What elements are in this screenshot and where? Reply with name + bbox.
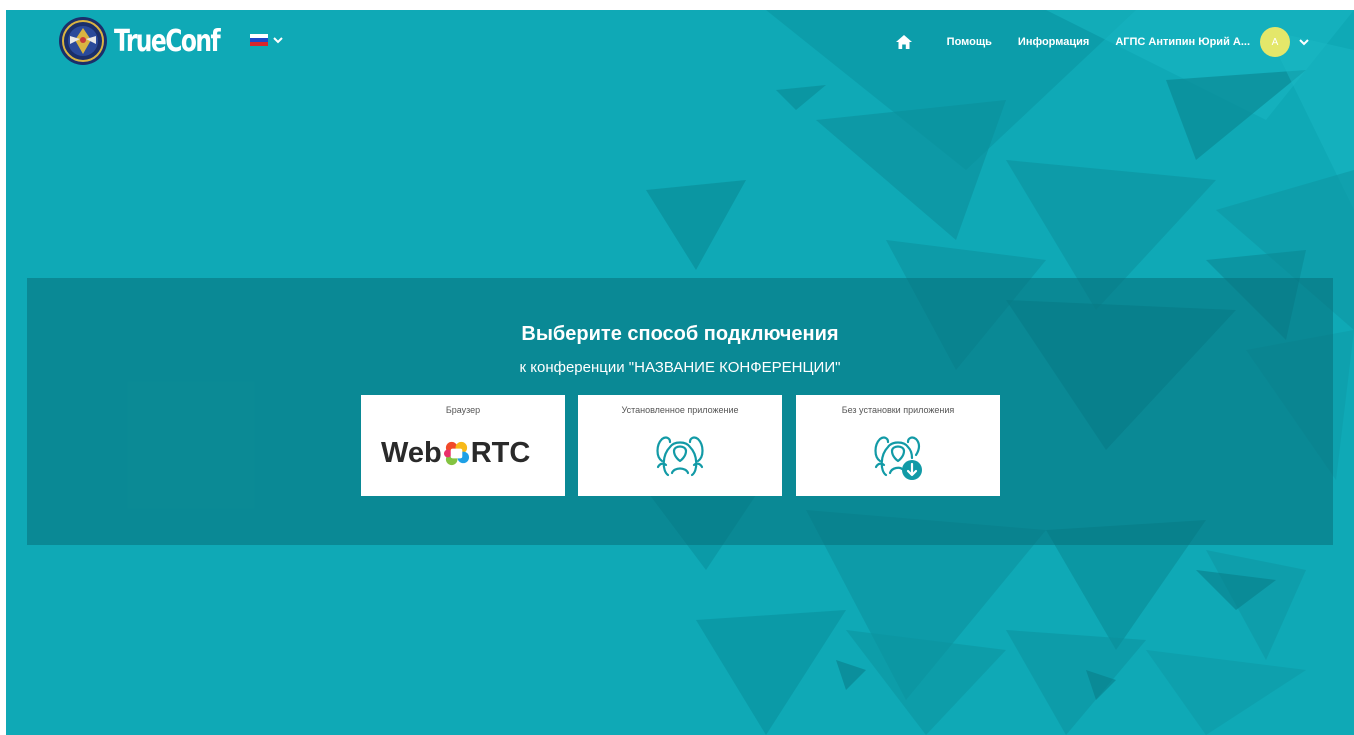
connection-method-panel: Выберите способ подключения к конференци… [27, 278, 1333, 545]
no-install-option-card[interactable]: Без установки приложения [796, 395, 1000, 496]
option-label: Браузер [445, 405, 481, 415]
webrtc-text-web: Web [381, 436, 442, 469]
emblem-logo-icon [59, 17, 107, 65]
conference-subtitle: к конференции "НАЗВАНИЕ КОНФЕРЕНЦИИ" [519, 359, 841, 376]
logo-text: TrueConf [114, 23, 221, 59]
chevron-down-icon [273, 37, 283, 44]
main-nav: Помощь Информация АГПС Антипин Юрий А...… [895, 27, 1310, 57]
webrtc-logo: Web RTC [381, 435, 551, 471]
page-title: Выберите способ подключения [521, 323, 839, 345]
trueconf-logo[interactable]: TrueConf [58, 16, 249, 66]
avatar-initial: А [1271, 36, 1279, 48]
info-link[interactable]: Информация [1018, 36, 1089, 48]
language-switcher[interactable] [250, 34, 284, 46]
avatar[interactable]: А [1260, 27, 1290, 57]
page-background: TrueConf Помощь Информация АГПС Антипин … [6, 10, 1354, 735]
top-navbar: TrueConf Помощь Информация АГПС Антипин … [6, 10, 1354, 72]
russian-flag-icon [250, 34, 268, 46]
webrtc-logo-icon [443, 441, 469, 465]
help-link[interactable]: Помощь [947, 36, 992, 48]
browser-option-card[interactable]: Браузер Web RTC [361, 395, 565, 496]
user-name[interactable]: АГПС Антипин Юрий А... [1115, 36, 1250, 48]
option-label: Без установки приложения [841, 405, 955, 415]
user-menu-chevron-icon[interactable] [1298, 37, 1310, 47]
option-label: Установленное приложение [621, 405, 739, 415]
webrtc-text-rtc: RTC [470, 436, 531, 469]
users-download-icon [874, 436, 922, 480]
home-icon[interactable] [895, 34, 913, 50]
installed-app-option-card[interactable]: Установленное приложение [578, 395, 782, 496]
users-group-icon [656, 436, 704, 477]
